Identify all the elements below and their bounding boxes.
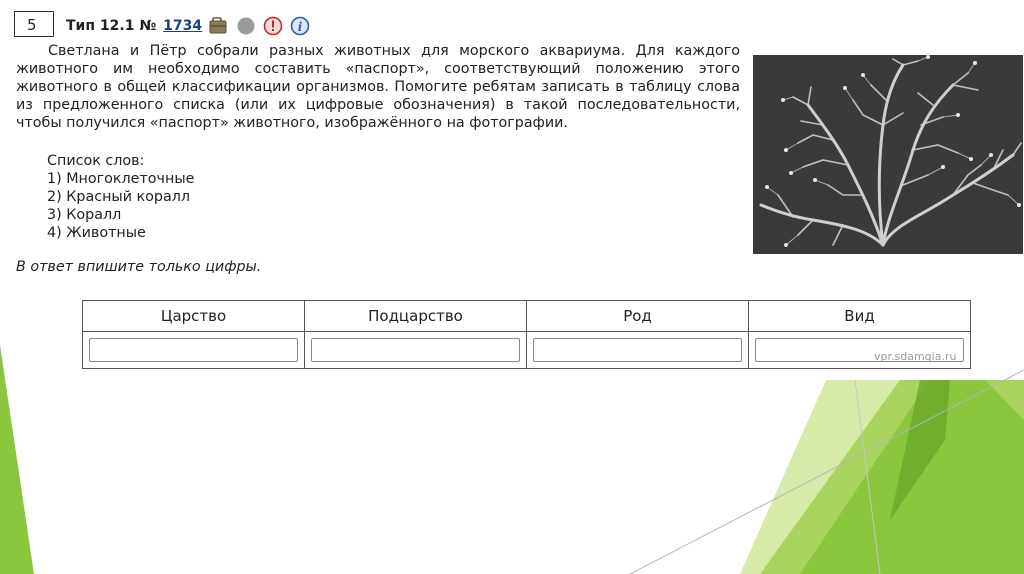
subkingdom-input[interactable] bbox=[311, 338, 520, 362]
word-list-title: Список слов: bbox=[47, 153, 145, 169]
info-icon[interactable]: i bbox=[290, 16, 310, 36]
gray-circle-icon[interactable] bbox=[236, 16, 256, 36]
briefcase-icon[interactable] bbox=[209, 16, 229, 36]
genus-input[interactable] bbox=[533, 338, 742, 362]
warning-icon[interactable] bbox=[263, 16, 283, 36]
answer-instruction: В ответ впишите только цифры. bbox=[16, 259, 262, 275]
task-id-link[interactable]: 1734 bbox=[163, 18, 202, 34]
passport-table: Царство Подцарство Род Вид bbox=[82, 300, 971, 369]
kingdom-input[interactable] bbox=[89, 338, 298, 362]
word-item: 2) Красный коралл bbox=[47, 189, 191, 205]
task-number-box: 5 bbox=[14, 11, 54, 37]
table-header-row: Царство Подцарство Род Вид bbox=[82, 300, 971, 332]
word-item: 3) Коралл bbox=[47, 207, 122, 223]
header-genus: Род bbox=[526, 300, 749, 332]
header-subkingdom: Подцарство bbox=[304, 300, 527, 332]
watermark: vpr.sdamgia.ru bbox=[874, 350, 957, 363]
coral-photo bbox=[753, 55, 1023, 254]
task-header: Тип 12.1 № 1734 i bbox=[66, 14, 310, 38]
svg-text:i: i bbox=[298, 20, 303, 34]
header-species: Вид bbox=[748, 300, 971, 332]
word-list: Список слов: 1) Многоклеточные 2) Красны… bbox=[47, 152, 194, 242]
task-type-label: Тип 12.1 № bbox=[66, 18, 157, 34]
table-input-row bbox=[82, 331, 971, 369]
word-item: 1) Многоклеточные bbox=[47, 171, 195, 187]
task-description: Светлана и Пётр собрали разных животных … bbox=[16, 43, 740, 131]
word-item: 4) Животные bbox=[47, 225, 146, 241]
header-kingdom: Царство bbox=[82, 300, 305, 332]
